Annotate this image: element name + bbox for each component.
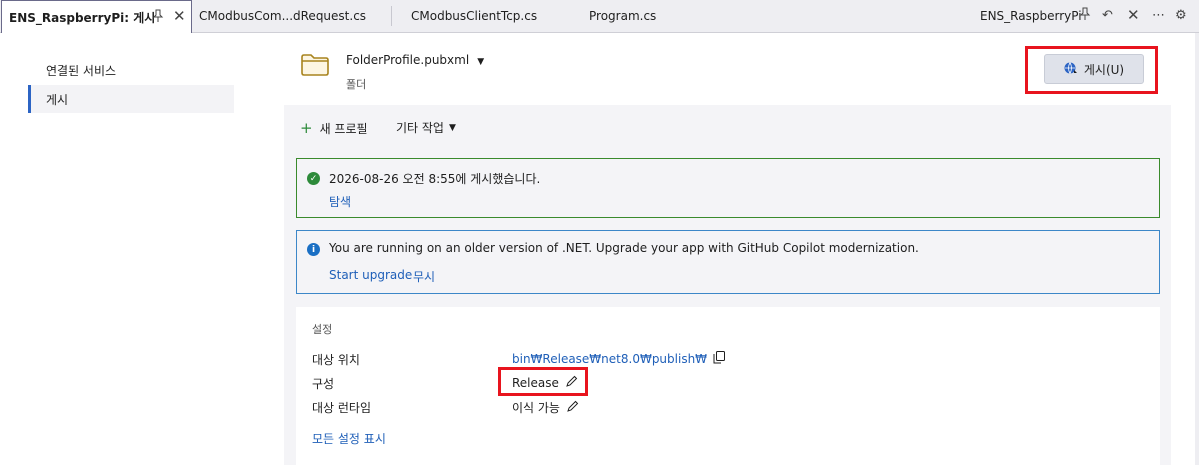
info-icon: i: [307, 243, 320, 256]
right-tab-title[interactable]: ENS_RaspberryPi: [980, 0, 1082, 32]
right-tab-label: ENS_RaspberryPi: [980, 9, 1082, 23]
upgrade-info-banner: i You are running on an older version of…: [296, 230, 1160, 294]
publish-page: 연결된 서비스 게시 FolderProfile.pubxml ▼ 폴더 게시(…: [0, 33, 1195, 465]
sidebar-item-publish[interactable]: 게시: [28, 85, 234, 113]
browse-link[interactable]: 탐색: [329, 193, 351, 210]
tab-cmodbus-client[interactable]: CModbusClientTcp.cs: [411, 0, 537, 32]
target-location-label: 대상 위치: [312, 353, 360, 367]
profile-header: FolderProfile.pubxml ▼ 폴더 게시(U): [284, 33, 1171, 105]
tab-label: Program.cs: [589, 9, 657, 23]
tab-cmodbus-request[interactable]: CModbusCom...dRequest.cs: [199, 0, 366, 32]
profile-kind: 폴더: [346, 78, 367, 91]
tab-publish-label: ENS_RaspberryPi: 게시: [9, 10, 156, 25]
gear-icon[interactable]: ⚙: [1175, 7, 1187, 25]
tab-publish[interactable]: ENS_RaspberryPi: 게시 ✕: [1, 0, 192, 33]
tab-label: CModbusCom...dRequest.cs: [199, 9, 367, 23]
chevron-down-icon: ▼: [448, 122, 456, 133]
sidebar-item-connected-services[interactable]: 연결된 서비스: [28, 56, 234, 84]
plus-icon: +: [300, 119, 313, 137]
highlight-box: [498, 367, 588, 396]
settings-title: 설정: [312, 323, 333, 336]
more-icon[interactable]: ⋯: [1152, 7, 1165, 25]
start-upgrade-link[interactable]: Start upgrade: [329, 268, 412, 282]
more-actions-label: 기타 작업: [396, 121, 444, 135]
pencil-icon[interactable]: [566, 400, 579, 416]
pin-icon[interactable]: [1079, 7, 1091, 27]
chevron-down-icon: ▼: [477, 57, 485, 67]
more-actions-button[interactable]: 기타 작업 ▼: [396, 119, 456, 136]
profile-name: FolderProfile.pubxml: [346, 53, 470, 67]
check-icon: ✓: [307, 172, 320, 185]
publish-success-banner: ✓ 2026-08-26 오전 8:55에 게시했습니다. 탐색: [296, 158, 1160, 218]
copy-icon[interactable]: [713, 351, 726, 367]
tab-program[interactable]: Program.cs: [589, 0, 656, 32]
folder-icon: [300, 53, 330, 80]
show-all-settings-link[interactable]: 모든 설정 표시: [312, 430, 386, 447]
highlight-box: [1025, 46, 1158, 94]
success-message: 2026-08-26 오전 8:55에 게시했습니다.: [329, 172, 541, 186]
pin-icon[interactable]: [152, 9, 164, 26]
runtime-value: 이식 가능: [512, 401, 560, 415]
close-icon[interactable]: ✕: [173, 7, 186, 25]
target-location-row: bin₩Release₩net8.0₩publish₩: [512, 351, 726, 367]
settings-card: 설정 대상 위치 bin₩Release₩net8.0₩publish₩ 구성 …: [296, 307, 1160, 465]
ignore-link[interactable]: 무시: [413, 268, 435, 285]
sidebar-item-label: 게시: [46, 92, 69, 107]
new-profile-button[interactable]: + 새 프로필: [300, 119, 368, 137]
info-message: You are running on an older version of .…: [329, 241, 919, 255]
sidebar-item-label: 연결된 서비스: [46, 63, 117, 78]
new-profile-label: 새 프로필: [319, 121, 368, 136]
tab-label: CModbusClientTcp.cs: [411, 9, 538, 23]
back-arrow-icon[interactable]: ↶: [1102, 7, 1113, 25]
publish-content: FolderProfile.pubxml▼ 폴더 게시(U) + 새 프로필: [284, 33, 1171, 465]
target-location-link[interactable]: bin₩Release₩net8.0₩publish₩: [512, 352, 707, 366]
tab-divider: [391, 6, 392, 26]
configuration-label: 구성: [312, 377, 335, 391]
runtime-label: 대상 런타임: [312, 401, 372, 415]
profile-selector[interactable]: FolderProfile.pubxml ▼: [346, 53, 484, 67]
close-icon[interactable]: ✕: [1127, 6, 1140, 24]
runtime-row: 이식 가능: [512, 399, 579, 416]
document-tab-bar: ENS_RaspberryPi: 게시 ✕ CModbusCom...dRequ…: [0, 0, 1199, 33]
